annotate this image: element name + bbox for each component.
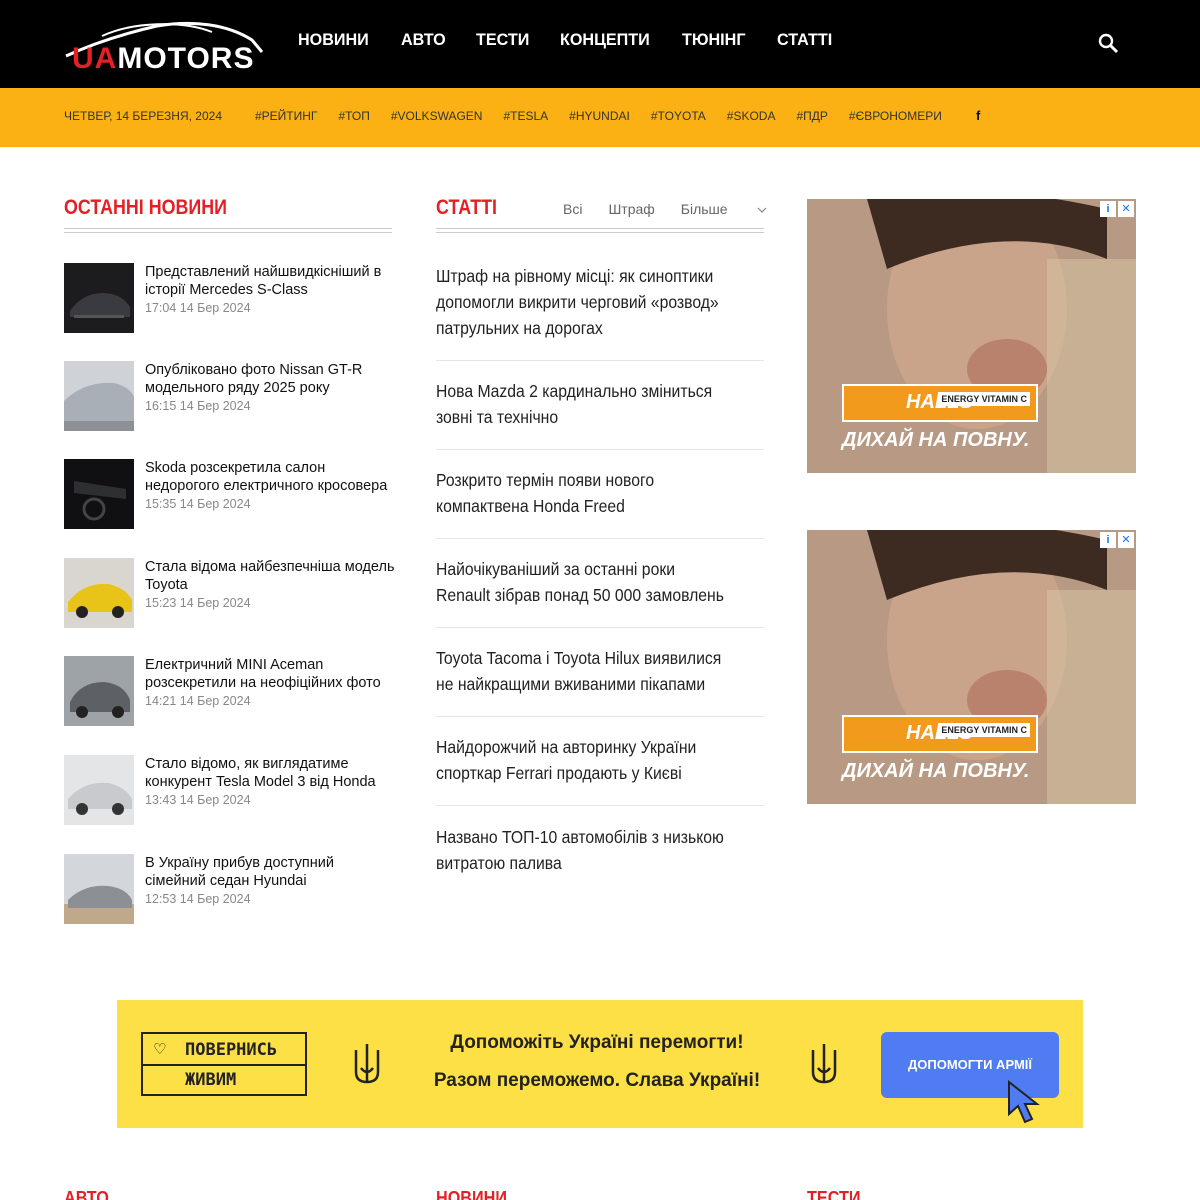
support-banner[interactable]: ♡ ПОВЕРНИСЬ ЖИВИМ Допоможіть Україні пер…	[117, 1000, 1083, 1128]
sub-header: ЧЕТВЕР, 14 БЕРЕЗНЯ, 2024 #РЕЙТИНГ #ТОП #…	[0, 88, 1200, 147]
main-nav: НОВИНИ АВТО ТЕСТИ КОНЦЕПТИ ТЮНІНГ СТАТТІ	[298, 30, 863, 50]
news-time: 15:35 14 Бер 2024	[145, 497, 251, 511]
news-time: 13:43 14 Бер 2024	[145, 793, 251, 807]
divider	[436, 449, 764, 450]
news-title[interactable]: Стала відома найбезпечніша модель Toyota	[145, 559, 395, 593]
divider	[436, 805, 764, 806]
ad-slogan: ДИХАЙ НА ПОВНУ.	[842, 760, 1030, 782]
article-link[interactable]: Найочікуваніший за останні роки Renault …	[436, 556, 733, 608]
heart-icon: ♡	[153, 1041, 167, 1058]
news-thumbnail[interactable]	[64, 361, 134, 431]
trident-icon	[811, 1044, 837, 1084]
close-icon[interactable]: ✕	[1118, 201, 1134, 217]
tag-link[interactable]: #ЄВРОНОМЕРИ	[849, 109, 942, 123]
ad-badge: ENERGY VITAMIN C	[938, 392, 1030, 406]
section-news-title[interactable]: НОВИНИ	[436, 1188, 507, 1200]
banner-headline: Допоможіть Україні перемогти!	[450, 1032, 744, 1053]
news-time: 14:21 14 Бер 2024	[145, 694, 251, 708]
cursor-icon	[1008, 1080, 1040, 1124]
site-header: UAMOTORS НОВИНИ АВТО ТЕСТИ КОНЦЕПТИ ТЮНІ…	[0, 0, 1200, 88]
news-time: 12:53 14 Бер 2024	[145, 892, 251, 906]
advertisement[interactable]: i✕ HALLS ENERGY VITAMIN C ДИХАЙ НА ПОВНУ…	[807, 199, 1136, 473]
site-logo[interactable]: UAMOTORS	[62, 16, 267, 76]
tag-link[interactable]: #VOLKSWAGEN	[391, 109, 483, 123]
news-thumbnail[interactable]	[64, 656, 134, 726]
advertisement[interactable]: i✕ HALLS ENERGY VITAMIN C ДИХАЙ НА ПОВНУ…	[807, 530, 1136, 804]
tab-all[interactable]: Всі	[563, 201, 582, 217]
nav-concepts[interactable]: КОНЦЕПТИ	[560, 30, 650, 50]
article-link[interactable]: Розкрито термін появи нового компактвена…	[436, 467, 733, 519]
divider	[436, 716, 764, 717]
news-title[interactable]: Представлений найшвидкісніший в історії …	[145, 264, 381, 298]
nav-auto[interactable]: АВТО	[401, 30, 446, 50]
ad-info-icon[interactable]: i	[1100, 532, 1116, 548]
divider	[436, 627, 764, 628]
ad-info-icon[interactable]: i	[1100, 201, 1116, 217]
news-title[interactable]: Електричний MINI Aceman розсекретили на …	[145, 657, 381, 691]
article-link[interactable]: Названо ТОП-10 автомобілів з низькою вит…	[436, 824, 733, 876]
banner-logo: ♡ ПОВЕРНИСЬ ЖИВИМ	[141, 1032, 307, 1096]
news-thumbnail[interactable]	[64, 558, 134, 628]
tag-link[interactable]: #SKODA	[727, 109, 776, 123]
news-time: 16:15 14 Бер 2024	[145, 399, 251, 413]
facebook-icon[interactable]: f	[976, 108, 980, 123]
ad-badge: ENERGY VITAMIN C	[938, 723, 1030, 737]
articles-tabs: Всі Штраф Більше	[563, 201, 793, 217]
chevron-down-icon	[758, 207, 767, 213]
nav-articles[interactable]: СТАТТІ	[777, 30, 832, 50]
article-link[interactable]: Штраф на рівному місці: як синоптики доп…	[436, 263, 733, 341]
divider	[436, 360, 764, 361]
news-thumbnail[interactable]	[64, 755, 134, 825]
tag-link[interactable]: #HYUNDAI	[569, 109, 630, 123]
articles-title: СТАТТІ	[436, 196, 498, 219]
nav-tests[interactable]: ТЕСТИ	[476, 30, 529, 50]
tab-fine[interactable]: Штраф	[608, 201, 654, 217]
close-icon[interactable]: ✕	[1118, 532, 1134, 548]
news-title[interactable]: В Україну прибув доступний сімейний седа…	[145, 855, 334, 889]
news-title[interactable]: Skoda розсекретила салон недорогого елек…	[145, 460, 387, 494]
ad-product-label: HALLS ENERGY VITAMIN C	[842, 384, 1038, 422]
news-time: 17:04 14 Бер 2024	[145, 301, 251, 315]
article-link[interactable]: Найдорожчий на авторинку України спортка…	[436, 734, 733, 786]
ad-slogan: ДИХАЙ НА ПОВНУ.	[842, 429, 1030, 451]
tag-link[interactable]: #РЕЙТИНГ	[255, 109, 317, 123]
current-date: ЧЕТВЕР, 14 БЕРЕЗНЯ, 2024	[64, 109, 222, 123]
divider	[436, 228, 764, 233]
section-tests-title[interactable]: ТЕСТИ	[807, 1188, 861, 1200]
logo-text: UAMOTORS	[72, 42, 255, 75]
news-title[interactable]: Опубліковано фото Nissan GT-R модельного…	[145, 362, 362, 396]
nav-tuning[interactable]: ТЮНІНГ	[682, 30, 746, 50]
divider	[436, 538, 764, 539]
news-thumbnail[interactable]	[64, 263, 134, 333]
ad-product-label: HALLS ENERGY VITAMIN C	[842, 715, 1038, 753]
tag-link[interactable]: #ТОП	[338, 109, 369, 123]
news-thumbnail[interactable]	[64, 854, 134, 924]
tag-link[interactable]: #TESLA	[503, 109, 548, 123]
banner-subline: Разом переможемо. Слава Україні!	[433, 1070, 761, 1091]
section-auto-title[interactable]: АВТО	[64, 1188, 109, 1200]
nav-news[interactable]: НОВИНИ	[298, 30, 369, 50]
news-thumbnail[interactable]	[64, 459, 134, 529]
tab-more[interactable]: Більше	[681, 201, 768, 217]
article-link[interactable]: Toyota Tacoma і Toyota Hilux виявилися н…	[436, 645, 733, 697]
trident-icon	[354, 1044, 380, 1084]
news-title[interactable]: Стало відомо, як виглядатиме конкурент T…	[145, 756, 376, 790]
latest-news-title: ОСТАННІ НОВИНИ	[64, 196, 227, 219]
tag-link[interactable]: #TOYOTA	[651, 109, 706, 123]
news-time: 15:23 14 Бер 2024	[145, 596, 251, 610]
tag-list: #РЕЙТИНГ #ТОП #VOLKSWAGEN #TESLA #HYUNDA…	[255, 109, 963, 123]
article-link[interactable]: Нова Mazda 2 кардинально зміниться зовні…	[436, 378, 733, 430]
divider	[64, 228, 392, 233]
search-icon[interactable]	[1098, 33, 1120, 55]
tag-link[interactable]: #ПДР	[796, 109, 827, 123]
